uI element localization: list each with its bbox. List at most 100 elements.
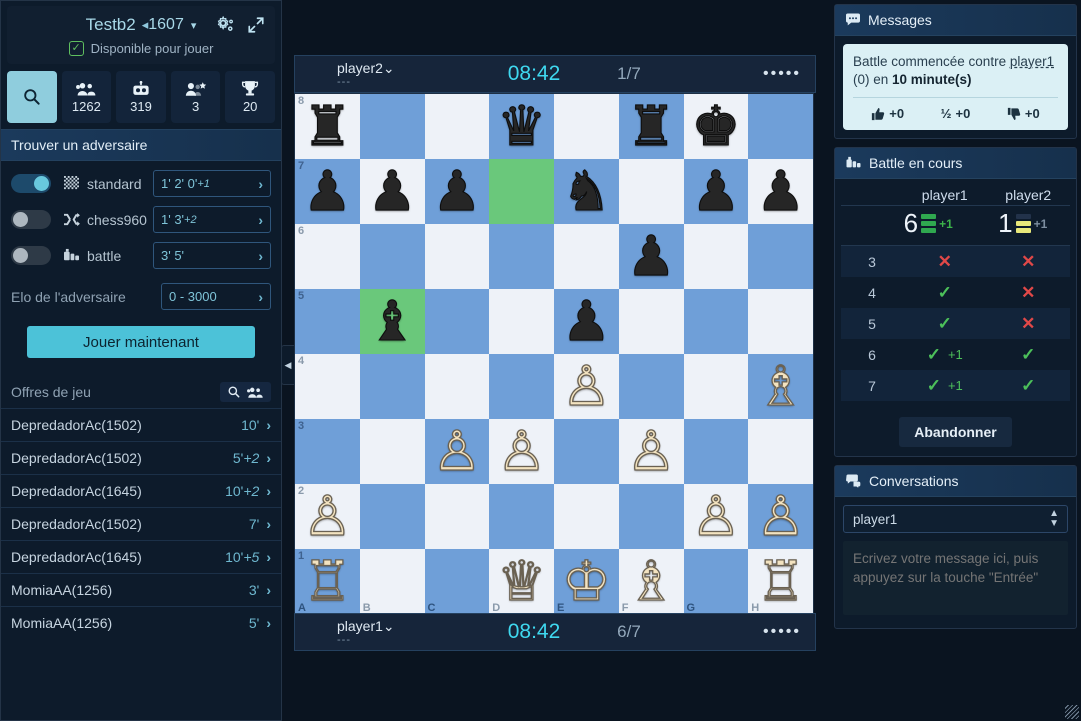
board-square-b3[interactable] [359, 419, 425, 484]
board-square-c1[interactable]: C [424, 549, 490, 614]
offer-row[interactable]: DepredadorAc(1502) 7' › [1, 507, 281, 540]
board-square-e8[interactable] [554, 94, 619, 159]
draw-button[interactable]: ½ +0 [941, 106, 971, 121]
board-square-g4[interactable] [683, 354, 749, 419]
board-square-a8[interactable]: 8 ♜ [295, 94, 360, 159]
board-square-h4[interactable]: ♗ [748, 354, 813, 419]
chess-piece-bp[interactable]: ♟ [302, 163, 352, 219]
chess-piece-wp[interactable]: ♙ [432, 423, 483, 479]
board-square-f6[interactable]: ♟ [618, 224, 684, 289]
chevron-down-icon[interactable]: ▾ [191, 19, 197, 32]
chevron-down-icon[interactable]: ⌄ [383, 618, 395, 634]
chess-piece-bp[interactable]: ♟ [626, 228, 676, 284]
stat-tile-tournaments[interactable]: 20 [225, 71, 275, 123]
board-square-e2[interactable] [554, 484, 619, 549]
board-square-c2[interactable] [424, 484, 490, 549]
chess-piece-wp[interactable]: ♙ [626, 423, 677, 479]
board-square-g3[interactable] [683, 419, 749, 484]
board-square-d5[interactable] [489, 289, 554, 354]
board-square-b8[interactable] [359, 94, 425, 159]
board-square-h7[interactable]: ♟ [748, 159, 813, 224]
chess-piece-wr[interactable]: ♖ [302, 553, 353, 609]
chess-piece-bn[interactable]: ♞ [561, 163, 611, 219]
board-square-g1[interactable]: G [683, 549, 749, 614]
chess-piece-bp[interactable]: ♟ [432, 163, 482, 219]
chevron-down-icon[interactable]: ⌄ [383, 60, 395, 76]
toggle-chess960[interactable] [11, 210, 51, 229]
username[interactable]: Testb2 [86, 15, 136, 35]
board-square-e4[interactable]: ♙ [554, 354, 619, 419]
board-square-f5[interactable] [618, 289, 684, 354]
board-square-e1[interactable]: E ♔ [554, 549, 619, 614]
board-square-a6[interactable]: 6 [295, 224, 360, 289]
offer-row[interactable]: MomiaAA(1256) 3' › [1, 573, 281, 606]
chess-piece-wp[interactable]: ♙ [496, 423, 547, 479]
board-square-b7[interactable]: ♟ [359, 159, 425, 224]
board-square-a2[interactable]: 2 ♙ [295, 484, 360, 549]
offer-row[interactable]: DepredadorAc(1502) 10' › [1, 408, 281, 441]
window-resize-grip[interactable] [1065, 705, 1079, 719]
board-square-c5[interactable] [424, 289, 490, 354]
chess-piece-bp[interactable]: ♟ [691, 163, 741, 219]
chess-piece-wb[interactable]: ♗ [626, 553, 677, 609]
board-square-b5[interactable]: ♝ [359, 289, 425, 354]
offer-row[interactable]: DepredadorAc(1502) 5' +2 › [1, 441, 281, 474]
top-player-menu-button[interactable]: ••••• [763, 65, 801, 83]
availability-checkbox[interactable]: ✓ [68, 41, 84, 56]
board-square-d1[interactable]: D ♕ [489, 549, 554, 614]
chess-piece-wk[interactable]: ♔ [561, 553, 612, 609]
chess-piece-br[interactable]: ♜ [626, 98, 676, 154]
board-square-g6[interactable] [683, 224, 749, 289]
top-player-name[interactable]: player2 [337, 60, 383, 76]
board-square-b1[interactable]: B [359, 549, 425, 614]
board-square-f8[interactable]: ♜ [618, 94, 684, 159]
board-square-h2[interactable]: ♙ [748, 484, 813, 549]
conversation-select[interactable]: player1 ▲ ▼ [843, 505, 1068, 534]
board-square-g2[interactable]: ♙ [683, 484, 749, 549]
board-square-g7[interactable]: ♟ [683, 159, 749, 224]
board-square-b6[interactable] [359, 224, 425, 289]
board-square-f2[interactable] [618, 484, 684, 549]
board-square-h6[interactable] [748, 224, 813, 289]
chess-piece-wb[interactable]: ♗ [755, 358, 806, 414]
board-square-f4[interactable] [618, 354, 684, 419]
board-square-f7[interactable] [618, 159, 684, 224]
board-square-d3[interactable]: ♙ [489, 419, 554, 484]
board-square-h1[interactable]: H ♖ [748, 549, 813, 614]
chess-piece-bq[interactable]: ♛ [496, 98, 546, 154]
chess-piece-bp[interactable]: ♟ [561, 293, 611, 349]
chess-piece-bp[interactable]: ♟ [755, 163, 805, 219]
stat-tile-friends[interactable]: 3 [170, 71, 221, 123]
time-select-standard[interactable]: 1' 2' 0' +1 › [153, 170, 271, 197]
board-square-c7[interactable]: ♟ [424, 159, 490, 224]
board-square-e5[interactable]: ♟ [554, 289, 619, 354]
board-square-g8[interactable]: ♚ [683, 94, 749, 159]
settings-gears-icon[interactable] [214, 14, 236, 36]
board-square-f3[interactable]: ♙ [618, 419, 684, 484]
chess-piece-wp[interactable]: ♙ [302, 488, 353, 544]
board-square-f1[interactable]: F ♗ [618, 549, 684, 614]
chess-board[interactable]: 8 ♜ ♛ ♜ ♚ 7 ♟ ♟ ♟ ♞ ♟ ♟ 6 ♟ 5 ♝ ♟ 4 ♙ ♗ 3 ♙ ♙ ♙ 2 ♙ ♙ ♙ 1 A ♖ B C D ♕ E ♔ F ♗ G… [294, 93, 814, 614]
offer-row[interactable]: DepredadorAc(1645) 10' +5 › [1, 540, 281, 573]
chess-piece-bk[interactable]: ♚ [691, 98, 741, 154]
time-select-chess960[interactable]: 1' 3' +2 › [153, 206, 271, 233]
chess-piece-wr[interactable]: ♖ [755, 553, 806, 609]
thumbs-down-button[interactable]: +0 [1007, 106, 1040, 121]
stat-tile-bots[interactable]: 319 [116, 71, 166, 123]
toggle-standard[interactable] [11, 174, 51, 193]
board-square-h3[interactable] [748, 419, 813, 484]
toggle-battle[interactable] [11, 246, 51, 265]
availability-row[interactable]: ✓ Disponible pour jouer [15, 41, 267, 56]
board-square-c8[interactable] [424, 94, 490, 159]
elo-range-select[interactable]: 0 - 3000 › [161, 283, 271, 310]
stat-tile-search[interactable] [7, 71, 57, 123]
board-square-e3[interactable] [554, 419, 619, 484]
abandon-button[interactable]: Abandonner [899, 417, 1012, 448]
board-square-b2[interactable] [359, 484, 425, 549]
board-square-d7[interactable] [489, 159, 554, 224]
board-square-a4[interactable]: 4 [295, 354, 360, 419]
board-square-a5[interactable]: 5 [295, 289, 360, 354]
message-username[interactable]: player1 [1010, 54, 1054, 69]
bottom-player-name-block[interactable]: player1⌄ --- [309, 618, 479, 646]
bottom-player-menu-button[interactable]: ••••• [763, 623, 801, 641]
